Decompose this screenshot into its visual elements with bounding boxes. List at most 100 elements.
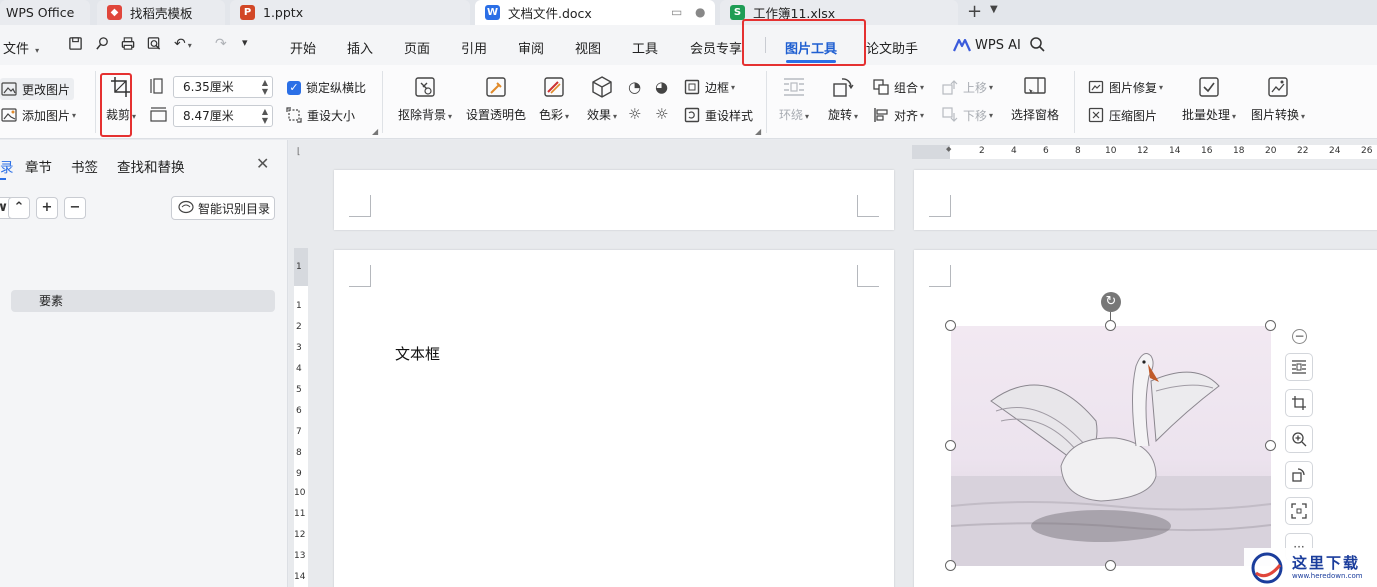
- reset-style-button[interactable]: 重设样式: [683, 106, 753, 124]
- collapse-toolbar-icon[interactable]: −: [1292, 329, 1307, 344]
- menu-picture-tools[interactable]: 图片工具: [785, 38, 837, 57]
- align-button[interactable]: 对齐 ▾: [872, 106, 924, 124]
- toc-item[interactable]: 要素: [11, 290, 275, 312]
- document-textbox[interactable]: 文本框: [395, 343, 440, 364]
- width-spinner[interactable]: ▲ ▼: [262, 107, 268, 125]
- compress-picture-button[interactable]: 压缩图片: [1087, 106, 1157, 124]
- decrease-brightness-icon[interactable]: ◕: [655, 78, 668, 96]
- page-previous-left[interactable]: [334, 170, 894, 230]
- page-left[interactable]: [334, 250, 894, 587]
- page-previous-right[interactable]: [914, 170, 1377, 230]
- effects-button[interactable]: 效果 ▾: [576, 76, 628, 123]
- size-dialog-launcher-icon[interactable]: ◢: [372, 127, 378, 136]
- layout-options-button[interactable]: [1285, 353, 1313, 381]
- resize-handle-top[interactable]: [1105, 320, 1116, 331]
- nav-tab-find-replace[interactable]: 查找和替换: [117, 156, 185, 176]
- border-button[interactable]: 边框 ▾: [683, 78, 735, 96]
- menu-view[interactable]: 视图: [575, 38, 601, 57]
- smart-toc-button[interactable]: 智能识别目录: [171, 196, 275, 220]
- format-painter-icon[interactable]: [95, 36, 110, 55]
- new-tab-plus-icon[interactable]: +: [967, 1, 982, 22]
- menu-page[interactable]: 页面: [404, 38, 430, 57]
- resize-handle-bottom[interactable]: [1105, 560, 1116, 571]
- selected-picture-swan[interactable]: [951, 326, 1271, 566]
- nav-tab-bookmarks[interactable]: 书签: [71, 156, 98, 176]
- nav-add-level-button[interactable]: +: [36, 197, 58, 219]
- selection-pane-button[interactable]: 选择窗格: [1000, 76, 1070, 123]
- resize-handle-bottom-left[interactable]: [945, 560, 956, 571]
- menu-paper-assistant[interactable]: 论文助手: [866, 38, 918, 57]
- change-picture-button[interactable]: 更改图片: [0, 78, 75, 100]
- style-dialog-launcher-icon[interactable]: ◢: [755, 127, 761, 136]
- save-icon[interactable]: [68, 36, 83, 55]
- rotate-handle-icon[interactable]: ↻: [1101, 292, 1121, 312]
- nav-tab-chapters[interactable]: 章节: [25, 156, 52, 176]
- menu-review[interactable]: 审阅: [518, 38, 544, 57]
- group-button[interactable]: 组合 ▾: [872, 78, 924, 96]
- print-preview-icon[interactable]: [146, 36, 162, 55]
- nav-remove-level-button[interactable]: −: [64, 197, 86, 219]
- menu-home[interactable]: 开始: [290, 38, 316, 57]
- nav-up-button[interactable]: ⌃: [8, 197, 30, 219]
- monitor-icon[interactable]: ▭: [671, 5, 682, 19]
- resize-handle-left[interactable]: [945, 440, 956, 451]
- tab-label: 1.pptx: [263, 5, 304, 20]
- send-backward-button[interactable]: 下移 ▾: [941, 106, 993, 124]
- more-chevron-icon[interactable]: ▾: [242, 36, 248, 49]
- color-button[interactable]: 色彩 ▾: [528, 76, 580, 123]
- ruler-tick: 14: [294, 572, 306, 582]
- resize-handle-right[interactable]: [1265, 440, 1276, 451]
- reset-size-icon: [285, 106, 303, 124]
- reset-size-button[interactable]: 重设大小: [285, 106, 355, 124]
- increase-brightness-icon[interactable]: ◔: [628, 78, 641, 96]
- menu-insert[interactable]: 插入: [347, 38, 373, 57]
- picture-repair-button[interactable]: 图片修复 ▾: [1087, 78, 1163, 96]
- resize-handle-top-left[interactable]: [945, 320, 956, 331]
- lock-aspect-ratio-checkbox[interactable]: ✓ 锁定纵横比: [287, 79, 366, 96]
- crop-button[interactable]: 裁剪 ▾: [86, 76, 156, 123]
- unsaved-dot-icon[interactable]: ●: [695, 5, 705, 19]
- ruler-tick: 2: [979, 146, 985, 156]
- tab-pptx[interactable]: P 1.pptx: [230, 0, 470, 25]
- print-icon[interactable]: [120, 36, 136, 55]
- vertical-ruler[interactable]: 1 1 2 3 4 5 6 7 8 9 10 11 12 13 14: [294, 248, 308, 587]
- picture-width-input[interactable]: 8.47厘米 ▲ ▼: [173, 105, 273, 127]
- ruler-tab-selector[interactable]: ⌊: [297, 147, 301, 157]
- tab-docer-templates[interactable]: ◆ 找稻壳模板: [97, 0, 225, 25]
- resize-handle-top-right[interactable]: [1265, 320, 1276, 331]
- menu-tools[interactable]: 工具: [632, 38, 658, 57]
- remove-background-button[interactable]: 抠除背景 ▾: [389, 76, 461, 123]
- menu-member[interactable]: 会员专享: [690, 38, 742, 57]
- tab-wps-office[interactable]: WPS Office: [0, 0, 90, 25]
- document-workspace[interactable]: ⌊ ◆ 2 4 6 8 10 12 14 16 18 20 22 24 26 1…: [289, 140, 1377, 587]
- menu-wps-ai[interactable]: WPS AI: [953, 38, 1021, 53]
- undo-icon[interactable]: ↶ ▾: [174, 36, 192, 52]
- add-picture-button[interactable]: 添加图片 ▾: [0, 106, 76, 124]
- zoom-in-button[interactable]: [1285, 425, 1313, 453]
- rotate-picture-button[interactable]: [1285, 461, 1313, 489]
- height-spinner[interactable]: ▲ ▼: [262, 78, 268, 96]
- nav-tab-toc[interactable]: 录: [0, 156, 14, 176]
- rotate-icon: [831, 76, 855, 100]
- tab-xlsx[interactable]: S 工作簿11.xlsx: [720, 0, 958, 25]
- chevron-down-icon[interactable]: ▼: [990, 4, 998, 15]
- decrease-contrast-icon[interactable]: ☼: [655, 105, 668, 123]
- search-icon[interactable]: [1029, 36, 1045, 56]
- ruler-tick: 3: [296, 343, 302, 353]
- menu-references[interactable]: 引用: [461, 38, 487, 57]
- bring-forward-button[interactable]: 上移 ▾: [941, 78, 993, 96]
- float-crop-button[interactable]: [1285, 389, 1313, 417]
- set-transparent-color-button[interactable]: 设置透明色: [462, 76, 530, 123]
- close-icon[interactable]: ✕: [256, 154, 269, 173]
- indent-marker-icon[interactable]: ◆: [946, 145, 951, 153]
- increase-contrast-icon[interactable]: ☼: [628, 105, 641, 123]
- smart-select-button[interactable]: [1285, 497, 1313, 525]
- picture-height-input[interactable]: 6.35厘米 ▲ ▼: [173, 76, 273, 98]
- picture-convert-button[interactable]: 图片转换 ▾: [1244, 76, 1312, 123]
- tab-docx[interactable]: W 文档文件.docx ▭ ●: [475, 0, 715, 25]
- menu-file[interactable]: 文件 ▾: [3, 38, 39, 57]
- rotate-button[interactable]: 旋转 ▾: [811, 76, 875, 123]
- redo-icon[interactable]: ↷: [215, 36, 227, 52]
- horizontal-ruler[interactable]: ◆ 2 4 6 8 10 12 14 16 18 20 22 24 26: [912, 145, 1377, 159]
- batch-process-button[interactable]: 批量处理 ▾: [1175, 76, 1243, 123]
